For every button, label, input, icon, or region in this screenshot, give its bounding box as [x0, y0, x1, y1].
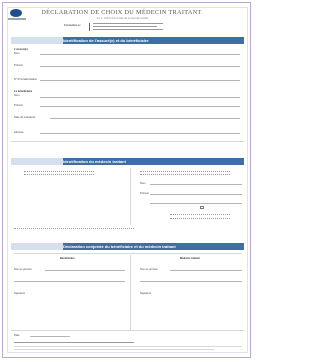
label-signature: Signature [14, 292, 26, 295]
doctor-id-line[interactable] [140, 174, 230, 175]
divider [11, 330, 244, 331]
label-nom: Nom [140, 182, 146, 185]
footer-text [14, 346, 242, 347]
column-divider [130, 255, 131, 330]
assure-number-field[interactable] [40, 80, 240, 81]
ref-line [93, 26, 157, 27]
doctor-firstname-field[interactable] [150, 194, 242, 195]
date-field[interactable] [30, 336, 70, 337]
label-nom-prenom: Nom et prénom [14, 268, 32, 271]
checkbox[interactable] [200, 206, 204, 209]
doctor-extra-field[interactable] [150, 203, 242, 204]
label-prenom: Prénom [140, 192, 150, 195]
doctor-id-line[interactable] [24, 171, 94, 172]
assure-name-field[interactable] [40, 54, 240, 55]
assurance-maladie-logo-icon [10, 9, 22, 17]
doctor-id-line[interactable] [170, 218, 230, 219]
column-beneficiary: Bénéficiaire [60, 257, 75, 260]
label-assure: L'assuré(e) [14, 48, 28, 51]
label-date: Date [14, 334, 20, 337]
label-prenom: Prénom [14, 64, 24, 67]
form-ref-label: Formulaire à : [64, 24, 82, 27]
beneficiary-address-field[interactable] [40, 133, 240, 134]
column-divider [130, 168, 131, 225]
doctor-name-field[interactable] [150, 184, 242, 185]
section-insured-header: Identification de l'assuré(e) et du béné… [11, 37, 244, 44]
ref-line [93, 23, 163, 24]
beneficiary-name-field[interactable] [40, 97, 240, 98]
footer-text [14, 342, 134, 343]
beneficiary-birthdate-field[interactable] [50, 118, 240, 119]
label-nom: Nom [14, 52, 20, 55]
beneficiary-signame-field[interactable] [45, 270, 125, 271]
ref-line [93, 29, 163, 30]
doctor-line[interactable] [140, 281, 242, 282]
section-signatures-header: Déclaration conjointe du bénéficiaire et… [11, 243, 244, 250]
beneficiary-firstname-field[interactable] [40, 106, 240, 107]
label-date-naissance: Date de naissance [14, 116, 36, 119]
label-adresse: Adresse [14, 131, 24, 134]
doctor-id-line[interactable] [24, 174, 94, 175]
label-nom-prenom: Nom et prénom [140, 268, 158, 271]
doctor-signame-field[interactable] [170, 270, 242, 271]
ref-brace [89, 23, 92, 31]
label-numero: N° d'immatriculation [14, 78, 38, 81]
form-subtitle: art. L. 162-5-3 du Code de la sécurité s… [96, 17, 149, 20]
label-signature: Signature [140, 292, 152, 295]
form-title: DÉCLARATION DE CHOIX DU MÉDECIN TRAITANT [41, 9, 202, 16]
beneficiary-line[interactable] [14, 281, 125, 282]
form-sheet [7, 7, 248, 353]
note-line [14, 228, 134, 229]
column-doctor: Médecin traitant [180, 257, 200, 260]
label-beneficiaire: Le bénéficiaire [14, 90, 33, 93]
divider [11, 141, 244, 142]
footer-text [14, 349, 214, 350]
logo-caption [8, 18, 26, 20]
section-doctor-header: Identification du médecin traitant [11, 158, 244, 165]
declaration-text [14, 253, 242, 254]
doctor-id-line[interactable] [170, 214, 230, 215]
label-nom: Nom [14, 94, 20, 97]
assure-firstname-field[interactable] [40, 66, 240, 67]
label-prenom: Prénom [14, 104, 24, 107]
doctor-id-line[interactable] [140, 171, 230, 172]
